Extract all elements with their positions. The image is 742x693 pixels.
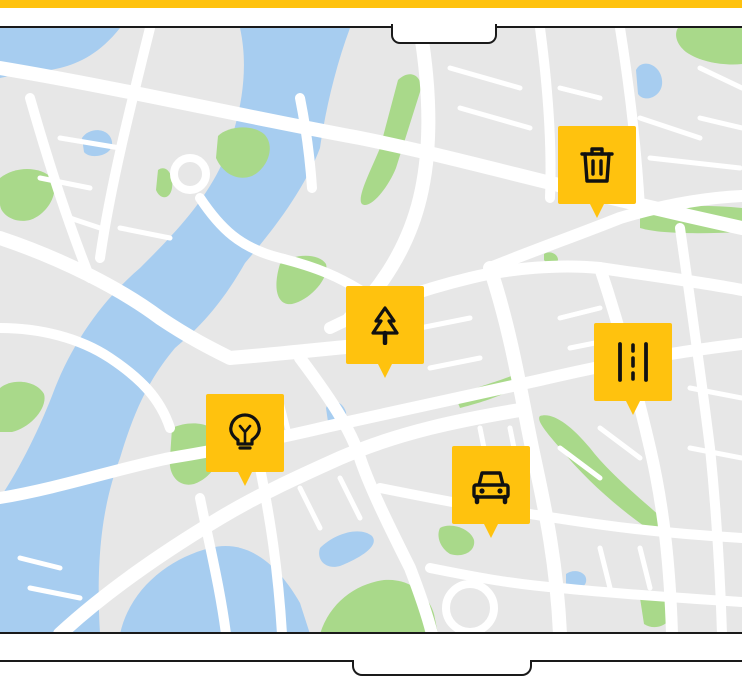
road-marker[interactable] bbox=[594, 323, 672, 415]
marker-label bbox=[594, 323, 595, 324]
road-lanes-icon bbox=[618, 342, 648, 382]
marker-label bbox=[346, 286, 347, 287]
car-marker[interactable] bbox=[452, 446, 530, 538]
trash-can-icon bbox=[580, 147, 614, 183]
frame-top-bezel bbox=[0, 8, 742, 28]
trash-bin-marker[interactable] bbox=[558, 126, 636, 218]
bottom-stand-notch bbox=[352, 660, 532, 676]
marker-label bbox=[452, 446, 453, 447]
top-accent-strip bbox=[0, 0, 742, 8]
car-icon bbox=[472, 471, 510, 505]
marker-label bbox=[206, 394, 207, 395]
marker-label bbox=[558, 126, 559, 127]
frame-bottom-bezel bbox=[0, 632, 742, 662]
streetlight-marker[interactable] bbox=[206, 394, 284, 486]
light-bulb-icon bbox=[229, 413, 261, 450]
top-notch bbox=[391, 24, 497, 44]
tree-marker[interactable] bbox=[346, 286, 424, 378]
tree-icon bbox=[371, 306, 399, 345]
